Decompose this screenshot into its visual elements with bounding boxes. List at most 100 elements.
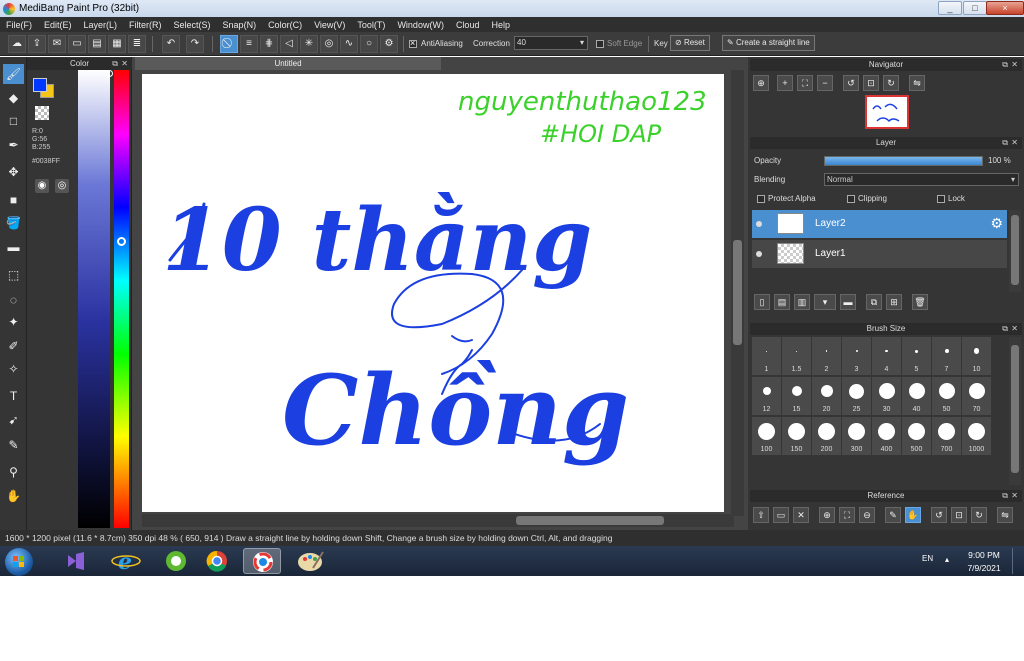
close-icon[interactable]: ✕ (1011, 59, 1018, 71)
reset-rotation-icon[interactable]: ⊡ (863, 75, 879, 91)
reset-rotation-icon[interactable]: ⊡ (951, 507, 967, 523)
zoom-out-icon[interactable]: ⊖ (859, 507, 875, 523)
minimize-button[interactable]: _ (938, 1, 962, 15)
brush-size-cell[interactable]: 25 (842, 377, 871, 415)
page-icon[interactable]: ▤ (88, 35, 106, 53)
close-icon[interactable]: ✕ (121, 58, 128, 70)
taskbar-chrome[interactable] (198, 548, 236, 574)
zoom-in-icon[interactable]: ⊕ (819, 507, 835, 523)
flip-icon[interactable]: ⇋ (997, 507, 1013, 523)
visibility-icon[interactable] (756, 251, 762, 257)
text-tool-icon[interactable]: T (3, 386, 24, 406)
brush-size-cell[interactable]: 15 (782, 377, 811, 415)
curve-snap-icon[interactable]: ∿ (340, 35, 358, 53)
lasso-tool-icon[interactable]: ◌ (3, 290, 24, 310)
gear-icon[interactable]: ⚙ (990, 215, 1003, 232)
folder-icon[interactable]: ▬ (840, 294, 856, 310)
add-layer-menu-icon[interactable]: ▾ (814, 294, 836, 310)
dot-tool-icon[interactable]: □ (3, 111, 24, 131)
menu-color[interactable]: Color(C) (268, 20, 302, 30)
zoom-out-icon[interactable]: − (817, 75, 833, 91)
brush-tool-icon[interactable]: 🖌 (3, 64, 24, 84)
rotate-left-icon[interactable]: ↺ (843, 75, 859, 91)
menu-help[interactable]: Help (491, 20, 510, 30)
blending-select[interactable]: Normal ▾ (824, 173, 1019, 186)
close-reference-icon[interactable]: ✕ (793, 507, 809, 523)
pages-icon[interactable]: ▦ (108, 35, 126, 53)
menu-file[interactable]: File(F) (6, 20, 32, 30)
color-settings-icon[interactable]: ◎ (55, 179, 69, 193)
hand-icon[interactable]: ✋ (905, 507, 921, 523)
brush-size-cell[interactable]: 40 (902, 377, 931, 415)
brush-size-cell[interactable]: 20 (812, 377, 841, 415)
new-halftone-layer-icon[interactable]: ▤ (774, 294, 790, 310)
cloud-icon[interactable]: ☁ (8, 35, 26, 53)
undock-icon[interactable]: ⧉ (1002, 137, 1008, 149)
menu-window[interactable]: Window(W) (397, 20, 444, 30)
taskbar-medibang[interactable] (243, 548, 281, 574)
hue-strip[interactable] (114, 70, 129, 528)
menu-tool[interactable]: Tool(T) (357, 20, 385, 30)
language-indicator[interactable]: EN (922, 554, 933, 563)
select-pen-icon[interactable]: ✐ (3, 336, 24, 356)
concentric-snap-icon[interactable]: ◎ (320, 35, 338, 53)
brush-size-cell[interactable]: 1000 (962, 417, 991, 455)
menu-cloud[interactable]: Cloud (456, 20, 480, 30)
canvas-vertical-scroll-thumb[interactable] (733, 240, 742, 345)
show-hidden-icons-icon[interactable]: ▴ (945, 555, 949, 564)
brush-size-cell[interactable]: 70 (962, 377, 991, 415)
brush-size-scroll-thumb[interactable] (1011, 345, 1019, 473)
snap-off-icon[interactable]: ⃠ (220, 35, 238, 53)
share-icon[interactable]: ⇪ (28, 35, 46, 53)
new-8bit-layer-icon[interactable]: ▥ (794, 294, 810, 310)
brush-size-cell[interactable]: 1 (752, 337, 781, 375)
merge-layer-icon[interactable]: ⊞ (886, 294, 902, 310)
menu-select[interactable]: Select(S) (174, 20, 211, 30)
visibility-icon[interactable] (756, 221, 762, 227)
protect-alpha-checkbox[interactable] (757, 195, 765, 203)
correction-select[interactable]: 40 ▾ (514, 36, 588, 50)
rectangle-tool-icon[interactable]: ■ (3, 190, 24, 210)
magic-wand-icon[interactable]: ✦ (3, 312, 24, 332)
open-folder-icon[interactable]: ▭ (773, 507, 789, 523)
zoom-plus-icon[interactable]: + (777, 75, 793, 91)
close-icon[interactable]: ✕ (1011, 490, 1018, 502)
brush-size-cell[interactable]: 500 (902, 417, 931, 455)
new-layer-icon[interactable]: ▯ (754, 294, 770, 310)
load-reference-icon[interactable]: ⇧ (753, 507, 769, 523)
brush-size-cell[interactable]: 10 (962, 337, 991, 375)
rotate-right-icon[interactable]: ↻ (971, 507, 987, 523)
move-tool-icon[interactable]: ✥ (3, 162, 24, 182)
brush-size-cell[interactable]: 100 (752, 417, 781, 455)
canvas-horizontal-scroll-thumb[interactable] (516, 516, 664, 525)
brush-size-cell[interactable]: 200 (812, 417, 841, 455)
reset-button[interactable]: ⊘ Reset (670, 35, 710, 51)
brush-size-cell[interactable]: 50 (932, 377, 961, 415)
taskbar-paint[interactable] (291, 548, 329, 574)
layer-row-layer2[interactable]: Layer2 ⚙ (752, 210, 1007, 238)
lock-checkbox[interactable] (937, 195, 945, 203)
brush-size-cell[interactable]: 5 (902, 337, 931, 375)
close-icon[interactable]: ✕ (1011, 323, 1018, 335)
brush-size-cell[interactable]: 300 (842, 417, 871, 455)
brush-size-cell[interactable]: 12 (752, 377, 781, 415)
divide-tool-icon[interactable]: ✎ (3, 435, 24, 455)
snap-settings-icon[interactable]: ⚙ (380, 35, 398, 53)
menu-edit[interactable]: Edit(E) (44, 20, 72, 30)
brush-size-cell[interactable]: 700 (932, 417, 961, 455)
antialiasing-checkbox[interactable] (409, 38, 417, 48)
taskbar-visual-studio[interactable] (57, 548, 95, 574)
rotate-left-icon[interactable]: ↺ (931, 507, 947, 523)
undock-icon[interactable]: ⧉ (1002, 490, 1008, 502)
soft-edge-checkbox[interactable] (596, 40, 604, 48)
close-button[interactable]: × (986, 1, 1024, 15)
palette-icon[interactable]: ◉ (35, 179, 49, 193)
redo-icon[interactable]: ↷ (186, 35, 204, 53)
main-color-swatch[interactable] (33, 78, 47, 92)
brush-size-cell[interactable]: 3 (842, 337, 871, 375)
flip-icon[interactable]: ⇋ (909, 75, 925, 91)
circle-snap-icon[interactable]: ○ (360, 35, 378, 53)
eyedropper-icon[interactable]: ⚲ (3, 462, 24, 482)
saturation-value-strip[interactable] (78, 70, 110, 528)
navigator-thumbnail[interactable] (865, 95, 909, 129)
